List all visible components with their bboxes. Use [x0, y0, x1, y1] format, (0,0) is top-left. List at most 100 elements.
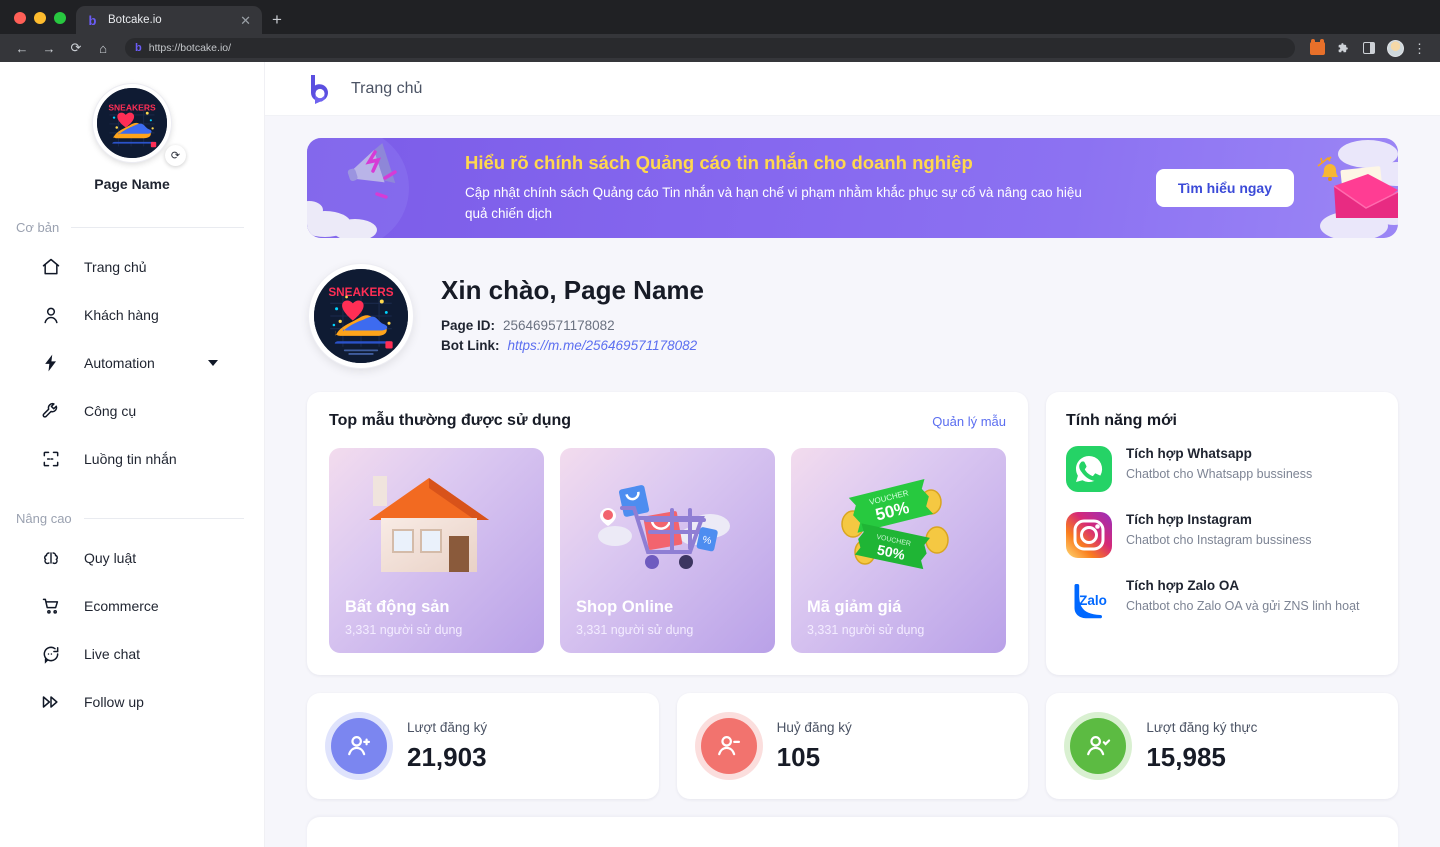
bot-link-value[interactable]: https://m.me/256469571178082 — [508, 338, 698, 353]
template-meta: Mã giảm giá 3,331 người sử dụng — [807, 598, 924, 637]
voucher-icon: VOUCHER 50% VOUCHER 50% — [841, 478, 949, 570]
banner-title: Hiểu rõ chính sách Quảng cáo tin nhắn ch… — [465, 152, 973, 174]
templates-grid: Bất động sản 3,331 người sử dụng % Shop … — [329, 448, 1006, 653]
sneaker-artwork-icon: SNEAKERS — [97, 88, 167, 158]
template-users: 3,331 người sử dụng — [576, 623, 694, 637]
fox-extension-icon[interactable] — [1305, 37, 1329, 59]
section-divider — [71, 227, 244, 228]
reload-icon[interactable]: ⟳ — [64, 37, 88, 59]
forward-icon[interactable]: → — [37, 37, 61, 59]
browser-tab[interactable]: b Botcake.io ✕ — [76, 6, 262, 34]
features-list: Tích hợp Whatsapp Chatbot cho Whatsapp b… — [1066, 446, 1378, 624]
panels-row: Top mẫu thường được sử dụng Quản lý mẫu — [307, 392, 1398, 675]
features-title: Tính năng mới — [1066, 412, 1177, 429]
whatsapp-icon — [1066, 446, 1112, 492]
fast-forward-icon — [40, 691, 62, 713]
refresh-page-icon[interactable]: ⟳ — [165, 145, 186, 166]
sidebar-item-luong-tin-nhan[interactable]: Luồng tin nhắn — [0, 435, 264, 483]
manage-templates-link[interactable]: Quản lý mẫu — [932, 414, 1006, 429]
section-divider — [83, 518, 244, 519]
bolt-icon — [40, 352, 62, 374]
chevron-down-icon[interactable] — [208, 360, 218, 366]
page-content: Hiểu rõ chính sách Quảng cáo tin nhắn ch… — [265, 116, 1440, 847]
sidebar-item-label: Khách hàng — [84, 307, 159, 323]
sidebar-item-quy-luat[interactable]: Quy luật — [0, 534, 264, 582]
close-tab-icon[interactable]: ✕ — [238, 14, 253, 27]
window-controls — [12, 12, 76, 34]
template-card-voucher[interactable]: VOUCHER 50% VOUCHER 50% Mã giảm giá 3,33… — [791, 448, 1006, 653]
greeting-section: SNEAKERS Xin chào, Page Name Page ID: 25… — [307, 264, 1398, 368]
feature-item-whatsapp[interactable]: Tích hợp Whatsapp Chatbot cho Whatsapp b… — [1066, 446, 1378, 492]
sidebar-item-label: Luồng tin nhắn — [84, 451, 177, 467]
sidebar-item-cong-cu[interactable]: Công cụ — [0, 387, 264, 435]
next-section-partial-card — [307, 817, 1398, 847]
sidebar-item-trang-chu[interactable]: Trang chủ — [0, 243, 264, 291]
feature-desc: Chatbot cho Instagram bussiness — [1126, 533, 1312, 547]
template-meta: Bất động sản 3,331 người sử dụng — [345, 598, 462, 637]
feature-text: Tích hợp Zalo OA Chatbot cho Zalo OA và … — [1126, 578, 1360, 615]
tab-favicon-icon: b — [88, 12, 97, 28]
learn-more-button[interactable]: Tìm hiểu ngay — [1155, 169, 1294, 207]
sidebar-item-label: Live chat — [84, 646, 141, 662]
browser-toolbar: ← → ⟳ ⌂ b https://botcake.io/ ⋮ — [0, 34, 1440, 62]
template-meta: Shop Online 3,331 người sử dụng — [576, 598, 693, 637]
stats-row: Lượt đăng ký 21,903 Huỷ đăng ký 105 Lượt… — [307, 693, 1399, 799]
promo-banner[interactable]: Hiểu rõ chính sách Quảng cáo tin nhắn ch… — [307, 138, 1398, 238]
greeting-info: Xin chào, Page Name Page ID: 25646957117… — [441, 275, 704, 358]
address-bar[interactable]: b https://botcake.io/ — [125, 38, 1295, 58]
browser-menu-icon[interactable]: ⋮ — [1409, 42, 1430, 55]
section-header-advanced: Nâng cao — [0, 511, 264, 526]
brain-icon — [40, 547, 62, 569]
maximize-window-button[interactable] — [54, 12, 66, 24]
profile-avatar-icon[interactable] — [1383, 37, 1407, 59]
zalo-icon: Zalo — [1066, 578, 1112, 624]
close-window-button[interactable] — [14, 12, 26, 24]
user-check-icon — [1070, 718, 1127, 774]
stat-text: Huỷ đăng ký 105 — [777, 720, 852, 773]
back-icon[interactable]: ← — [10, 37, 34, 59]
home-icon[interactable]: ⌂ — [91, 37, 115, 59]
sidebar-item-live-chat[interactable]: Live chat — [0, 630, 264, 678]
feature-name: Tích hợp Whatsapp — [1126, 446, 1252, 461]
template-card-shop-online[interactable]: % Shop Online 3,331 người sử dụng — [560, 448, 775, 653]
instagram-icon — [1066, 512, 1112, 558]
templates-header: Top mẫu thường được sử dụng Quản lý mẫu — [329, 412, 1006, 430]
sidebar-item-ecommerce[interactable]: Ecommerce — [0, 582, 264, 630]
megaphone-artwork-icon — [307, 138, 409, 238]
sidebar-item-khach-hang[interactable]: Khách hàng — [0, 291, 264, 339]
feature-desc: Chatbot cho Zalo OA và gửi ZNS linh hoạt — [1126, 599, 1360, 613]
feature-item-instagram[interactable]: Tích hợp Instagram Chatbot cho Instagram… — [1066, 512, 1378, 558]
stat-value: 105 — [776, 741, 821, 772]
browser-tabstrip: b Botcake.io ✕ + — [0, 0, 1440, 34]
side-panel-icon[interactable] — [1357, 37, 1381, 59]
feature-text: Tích hợp Instagram Chatbot cho Instagram… — [1126, 512, 1312, 549]
botcake-logo-icon — [305, 73, 335, 105]
page-id-value: 256469571178082 — [503, 317, 615, 333]
stat-label: Lượt đăng ký — [407, 719, 488, 735]
new-tab-button[interactable]: + — [262, 11, 292, 34]
feature-item-zalo[interactable]: Zalo Tích hợp Zalo OA Chatbot cho Zalo O… — [1066, 578, 1378, 624]
sidebar-item-automation[interactable]: Automation — [0, 339, 264, 387]
banner-text-block: Hiểu rõ chính sách Quảng cáo tin nhắn ch… — [465, 152, 1085, 224]
sidebar-item-follow-up[interactable]: Follow up — [0, 678, 264, 726]
features-card: Tính năng mới Tích hợp Whatsapp Chatbot … — [1046, 392, 1398, 675]
feature-name: Tích hợp Zalo OA — [1126, 578, 1240, 593]
stat-value: 21,903 — [407, 741, 487, 772]
stat-label: Huỷ đăng ký — [776, 719, 852, 735]
page-avatar: SNEAKERS — [93, 84, 171, 162]
address-bar-url: https://botcake.io/ — [148, 42, 232, 54]
template-card-real-estate[interactable]: Bất động sản 3,331 người sử dụng — [329, 448, 544, 653]
template-name: Mã giảm giá — [807, 598, 902, 616]
bot-link-row: Bot Link: https://m.me/256469571178082 — [441, 338, 704, 353]
stat-card-unsubscribes: Huỷ đăng ký 105 — [676, 693, 1029, 799]
minimize-window-button[interactable] — [34, 12, 46, 24]
user-icon — [40, 304, 62, 326]
sidebar-item-label: Trang chủ — [84, 259, 147, 275]
user-minus-icon — [700, 718, 757, 774]
puzzle-extensions-icon[interactable] — [1331, 37, 1355, 59]
sidebar-item-label: Automation — [84, 355, 155, 371]
svg-text:SNEAKERS: SNEAKERS — [108, 102, 156, 112]
wrench-icon — [40, 400, 62, 422]
templates-card: Top mẫu thường được sử dụng Quản lý mẫu — [307, 392, 1028, 675]
section-label: Cơ bản — [16, 220, 60, 235]
